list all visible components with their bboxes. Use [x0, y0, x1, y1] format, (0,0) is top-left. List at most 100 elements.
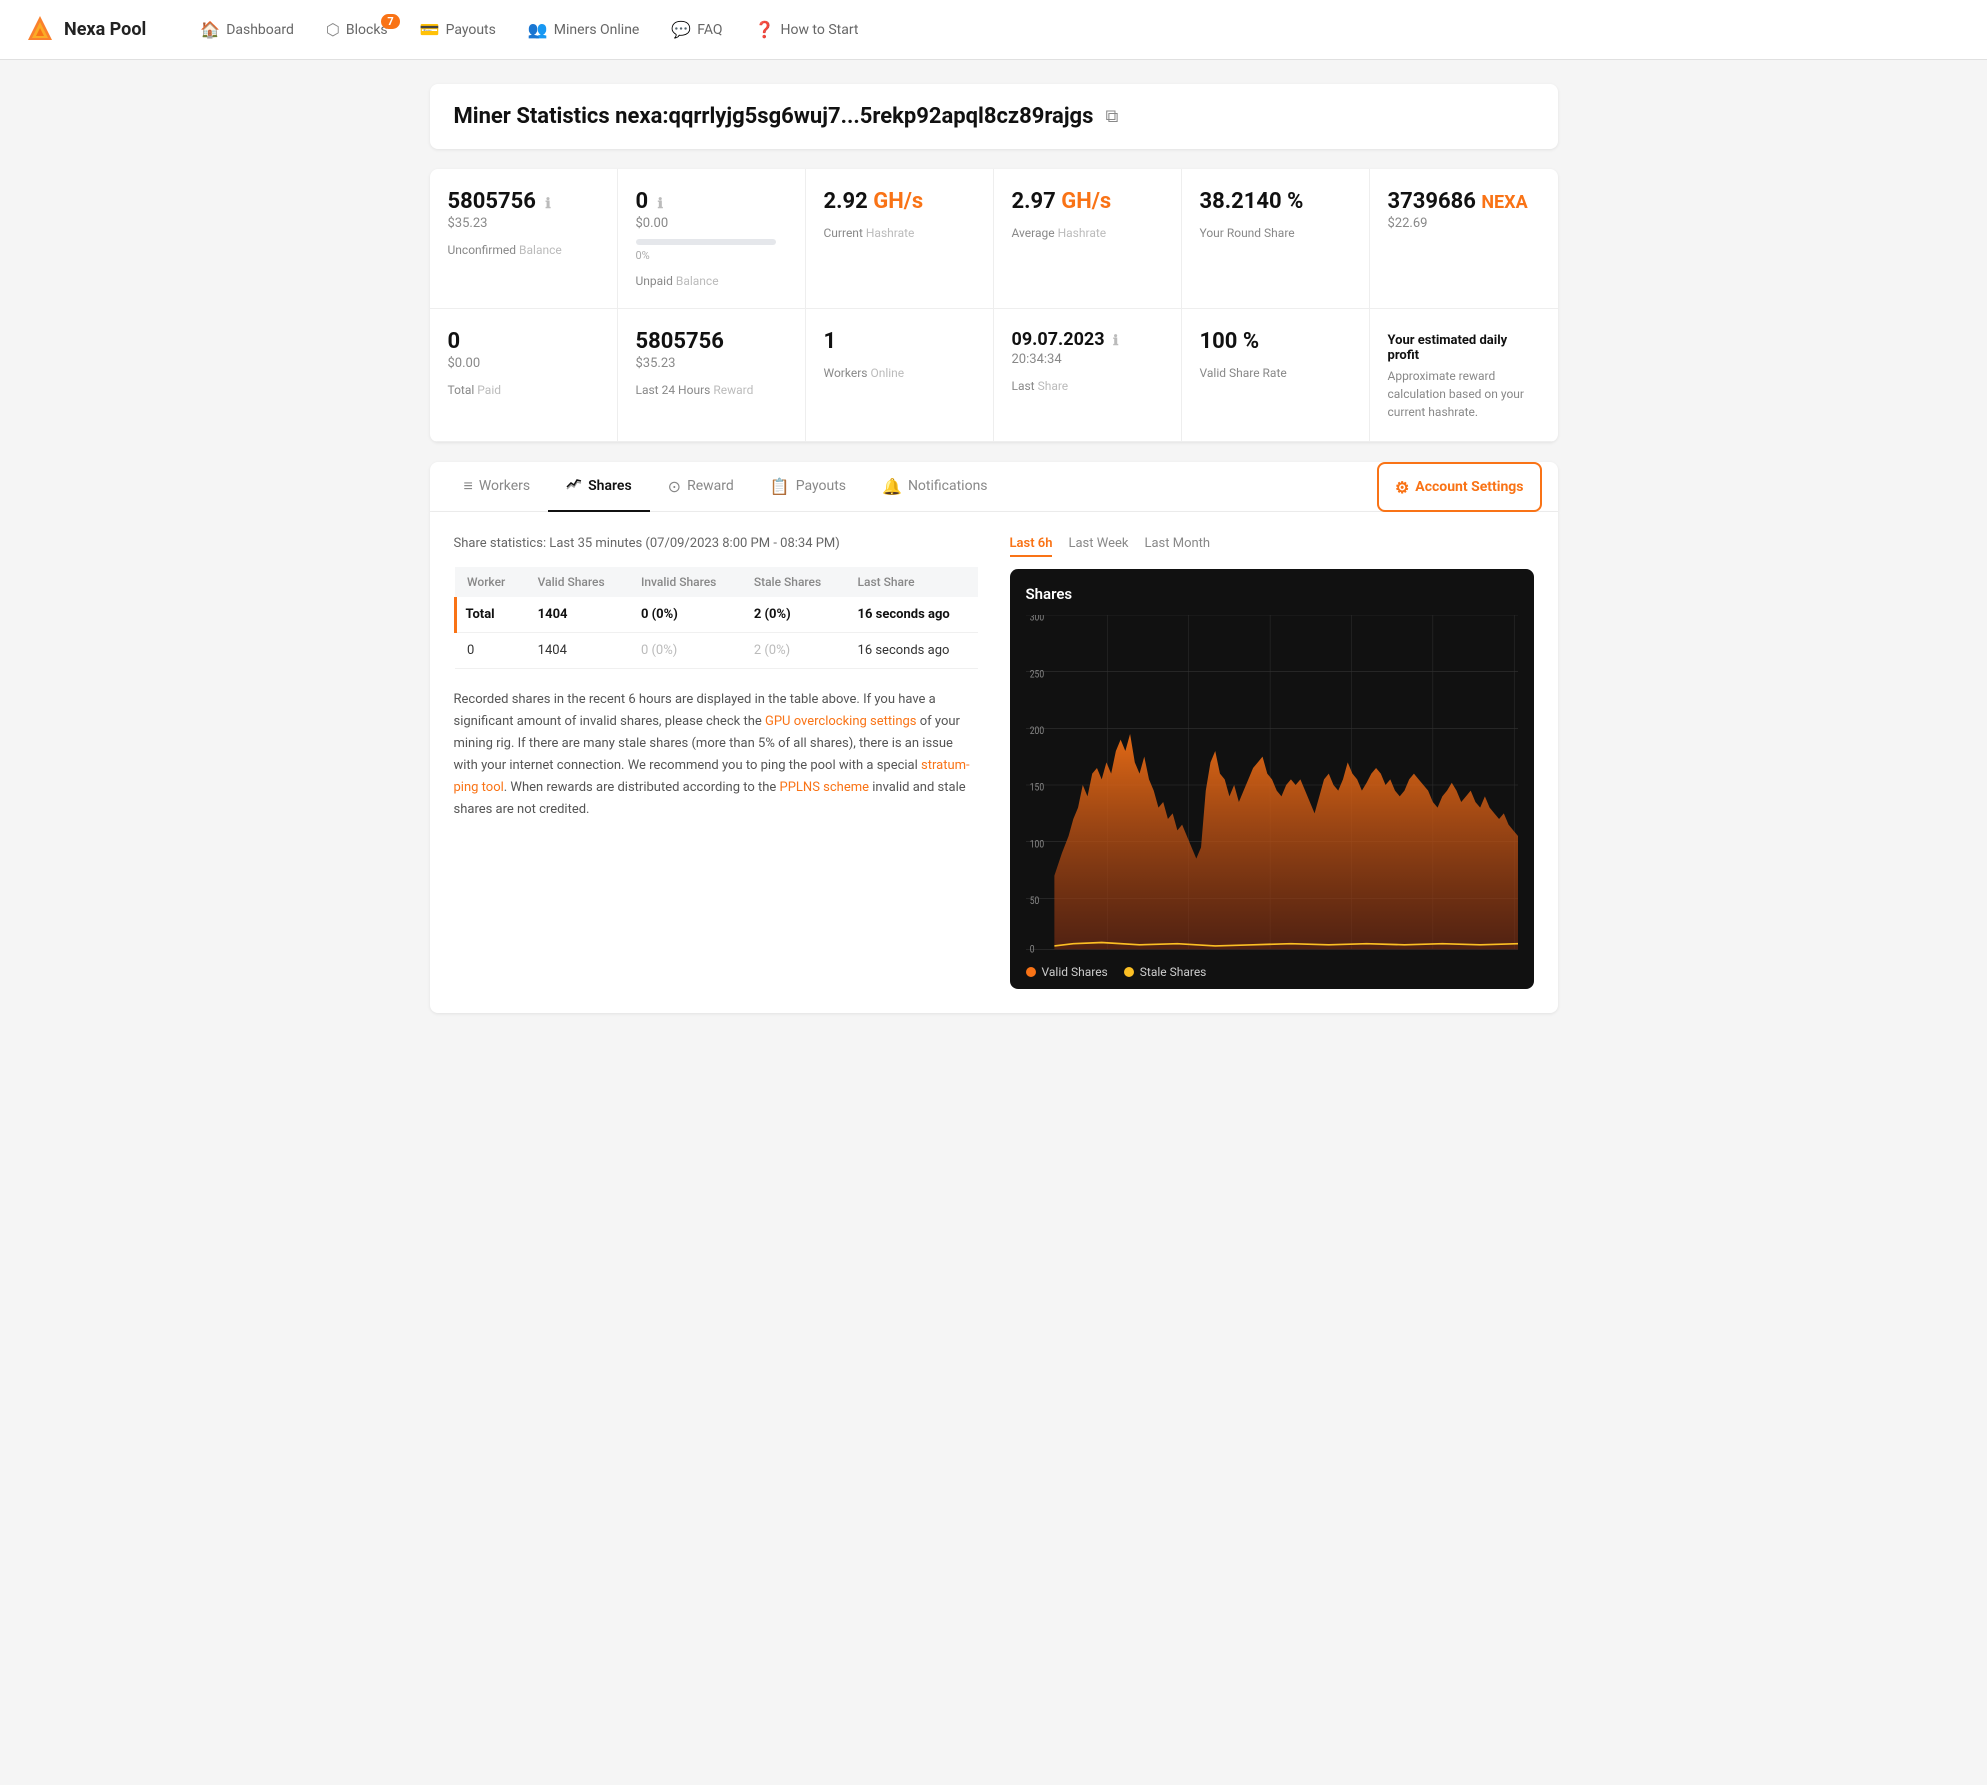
copy-address-button[interactable]: ⧉ [1105, 106, 1118, 127]
nav-faq[interactable]: 💬 FAQ [657, 12, 736, 47]
stat-last-share: 09.07.2023 ℹ 20:34:34 Last Share [994, 309, 1182, 442]
nav-payouts[interactable]: 💳 Payouts [406, 12, 510, 47]
tab-shares[interactable]: Shares [548, 462, 650, 512]
tab-workers[interactable]: ≡ Workers [446, 462, 549, 512]
average-hashrate-label: Average Hashrate [1012, 226, 1163, 240]
nav-miners-online[interactable]: 👥 Miners Online [514, 12, 653, 47]
last24-label: Last 24 Hours Reward [636, 383, 787, 397]
share-row-last: 16 seconds ago [846, 597, 978, 633]
chart-area: 300 250 200 150 100 50 0 [1026, 615, 1518, 955]
chart-tab-month[interactable]: Last Month [1144, 536, 1210, 557]
miners-icon: 👥 [528, 20, 548, 39]
notifications-tab-icon: 🔔 [882, 477, 902, 496]
stat-current-hashrate: 2.92 GH/s Current Hashrate [806, 169, 994, 309]
miner-title: Miner Statistics nexa:qqrrlyjg5sg6wuj7..… [454, 104, 1094, 129]
estimated-daily-label: Your estimated daily profit [1388, 333, 1540, 363]
col-valid-shares: Valid Shares [526, 567, 629, 597]
workers-label: Workers Online [824, 366, 975, 380]
last-share-time: 20:34:34 [1012, 352, 1163, 367]
average-hashrate-value: 2.97 GH/s [1012, 189, 1163, 214]
chart-container: Shares 300 250 200 [1010, 569, 1534, 989]
unconfirmed-usd: $35.23 [448, 216, 599, 231]
last-share-date: 09.07.2023 ℹ [1012, 329, 1163, 350]
valid-share-rate-label: Valid Share Rate [1200, 366, 1351, 380]
legend-dot-valid [1026, 967, 1036, 977]
gpu-overclocking-link[interactable]: GPU overclocking settings [765, 714, 917, 729]
svg-text:250: 250 [1029, 669, 1043, 681]
share-row-last: 16 seconds ago [846, 633, 978, 669]
chart-tabs: Last 6h Last Week Last Month [1010, 536, 1534, 557]
last24-value: 5805756 [636, 329, 787, 354]
settings-tab-icon: ⚙ [1395, 478, 1409, 497]
chart-tab-6h[interactable]: Last 6h [1010, 536, 1053, 557]
nav-blocks[interactable]: ⬡ Blocks 7 [312, 12, 402, 47]
stat-estimated-daily: Your estimated daily profit Approximate … [1370, 309, 1558, 442]
content-area: Share statistics: Last 35 minutes (07/09… [430, 512, 1558, 1013]
tab-reward[interactable]: ⊙ Reward [650, 462, 752, 512]
round-share-value: 38.2140 % [1200, 189, 1351, 214]
svg-text:300: 300 [1029, 615, 1043, 624]
stat-valid-share-rate: 100 % Valid Share Rate [1182, 309, 1370, 442]
shares-tab-icon [566, 476, 582, 496]
last-share-label: Last Share [1012, 379, 1163, 393]
chart-tab-week[interactable]: Last Week [1068, 536, 1128, 557]
share-row-valid: 1404 [526, 597, 629, 633]
legend-valid-shares: Valid Shares [1026, 965, 1108, 979]
col-invalid-shares: Invalid Shares [629, 567, 742, 597]
svg-text:0: 0 [1029, 944, 1034, 955]
pplns-scheme-link[interactable]: PPLNS scheme [780, 780, 869, 795]
blocks-badge: 7 [381, 14, 399, 29]
shares-chart-svg: 300 250 200 150 100 50 0 [1026, 615, 1518, 955]
stat-last24-reward: 5805756 $35.23 Last 24 Hours Reward [618, 309, 806, 442]
app-name: Nexa Pool [64, 19, 146, 40]
reward-tab-icon: ⊙ [668, 477, 681, 496]
logo-icon [24, 14, 56, 46]
valid-share-rate-value: 100 % [1200, 329, 1351, 354]
round-share-label: Your Round Share [1200, 226, 1351, 240]
share-row-worker: 0 [455, 633, 526, 669]
tab-payouts[interactable]: 📋 Payouts [752, 462, 864, 512]
share-table: Worker Valid Shares Invalid Shares Stale… [454, 567, 978, 669]
tab-account-settings[interactable]: ⚙ Account Settings [1377, 462, 1542, 512]
share-row-invalid: 0 (0%) [629, 633, 742, 669]
col-last-share: Last Share [846, 567, 978, 597]
share-table-row: 0 1404 0 (0%) 2 (0%) 16 seconds ago [455, 633, 978, 669]
share-row-invalid: 0 (0%) [629, 597, 742, 633]
unpaid-progress-bar [636, 239, 776, 245]
current-hashrate-value: 2.92 GH/s [824, 189, 975, 214]
nav-how-to-start[interactable]: ❓ How to Start [741, 12, 873, 47]
share-row-stale: 2 (0%) [742, 633, 846, 669]
stats-grid: 5805756 ℹ $35.23 Unconfirmed Balance 0 ℹ… [430, 169, 1558, 442]
main-content: Miner Statistics nexa:qqrrlyjg5sg6wuj7..… [414, 60, 1574, 1037]
stat-workers-online: 1 Workers Online [806, 309, 994, 442]
svg-text:100: 100 [1029, 839, 1043, 851]
legend-stale-shares: Stale Shares [1124, 965, 1207, 979]
blocks-icon: ⬡ [326, 20, 340, 39]
last24-usd: $35.23 [636, 356, 787, 371]
chart-legend: Valid Shares Stale Shares [1026, 965, 1518, 979]
stat-round-share: 38.2140 % Your Round Share [1182, 169, 1370, 309]
payouts-icon: 💳 [420, 20, 440, 39]
unpaid-usd: $0.00 [636, 216, 787, 231]
share-row-stale: 2 (0%) [742, 597, 846, 633]
estimated-daily-desc: Approximate reward calculation based on … [1388, 367, 1540, 421]
unpaid-progress-pct: 0% [636, 249, 787, 262]
share-left-panel: Share statistics: Last 35 minutes (07/09… [454, 536, 978, 989]
col-worker: Worker [455, 567, 526, 597]
stat-unconfirmed-balance: 5805756 ℹ $35.23 Unconfirmed Balance [430, 169, 618, 309]
tab-notifications[interactable]: 🔔 Notifications [864, 462, 1006, 512]
current-hashrate-label: Current Hashrate [824, 226, 975, 240]
faq-icon: 💬 [671, 20, 691, 39]
main-nav: 🏠 Dashboard ⬡ Blocks 7 💳 Payouts 👥 Miner… [186, 12, 1963, 47]
header: Nexa Pool 🏠 Dashboard ⬡ Blocks 7 💳 Payou… [0, 0, 1987, 60]
share-stats-title: Share statistics: Last 35 minutes (07/09… [454, 536, 978, 551]
nav-dashboard[interactable]: 🏠 Dashboard [186, 12, 308, 47]
unconfirmed-value: 5805756 ℹ [448, 189, 599, 214]
svg-text:200: 200 [1029, 725, 1043, 737]
unpaid-label: Unpaid Balance [636, 274, 787, 288]
miner-title-section: Miner Statistics nexa:qqrrlyjg5sg6wuj7..… [430, 84, 1558, 149]
col-stale-shares: Stale Shares [742, 567, 846, 597]
miner-address: nexa:qqrrlyjg5sg6wuj7...5rekp92apql8cz89… [615, 104, 1093, 129]
stat-average-hashrate: 2.97 GH/s Average Hashrate [994, 169, 1182, 309]
total-paid-label: Total Paid [448, 383, 599, 397]
